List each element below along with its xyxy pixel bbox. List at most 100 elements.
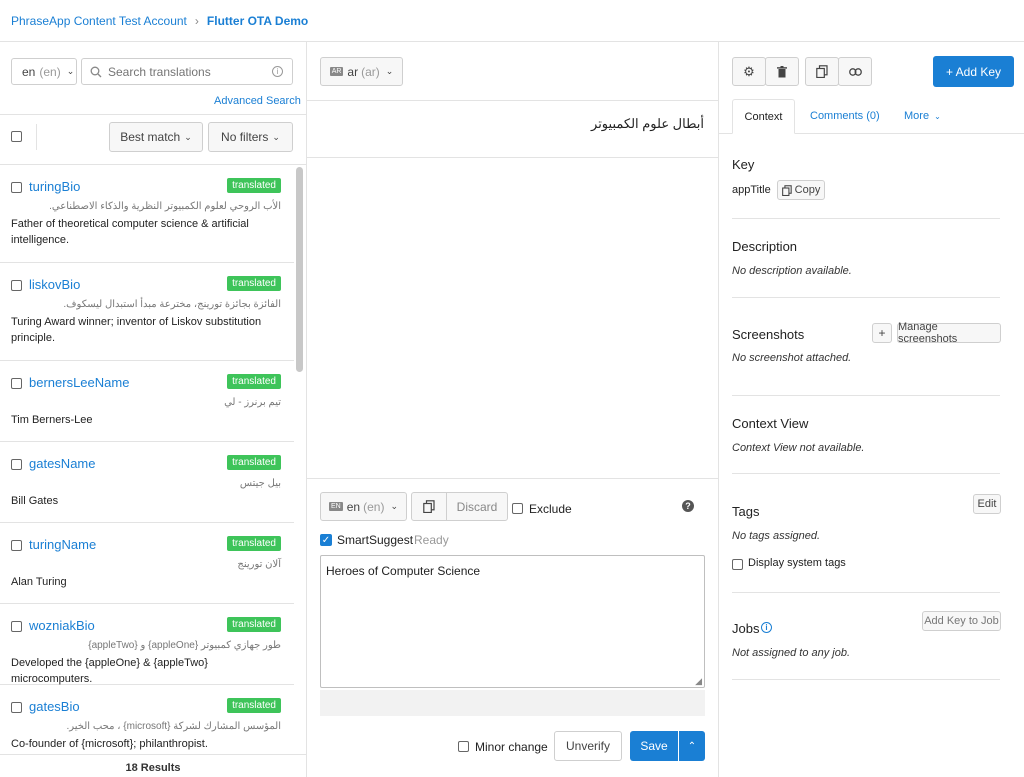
tab-comments[interactable]: Comments (0) — [810, 110, 880, 122]
unverify-button[interactable]: Unverify — [554, 731, 622, 761]
list-item[interactable]: liskovBio translated الفائزة بجائزة توري… — [0, 263, 294, 361]
breadcrumb-account[interactable]: PhraseApp Content Test Account — [11, 14, 187, 28]
filters-dropdown[interactable]: No filters ⌄ — [208, 122, 293, 152]
status-badge: translated — [227, 276, 281, 291]
row-checkbox[interactable] — [11, 182, 22, 193]
results-count: 18 Results — [125, 762, 181, 774]
target-locale-label: ar — [347, 64, 359, 79]
search-box[interactable]: i — [81, 58, 293, 85]
sort-dropdown[interactable]: Best match ⌄ — [109, 122, 203, 152]
chevron-down-icon: ⌄ — [385, 66, 394, 76]
copy-label: Copy — [794, 184, 821, 196]
source-locale-label: en — [346, 499, 361, 514]
add-screenshot-button[interactable]: + — [872, 323, 892, 343]
breadcrumb: PhraseApp Content Test Account › Flutter… — [0, 0, 1024, 42]
exclude-checkbox[interactable] — [512, 503, 523, 514]
copy-source-button[interactable] — [411, 492, 447, 521]
arabic-translation: تيم برنرز - لي — [224, 397, 281, 408]
add-key-button[interactable]: + Add Key — [933, 56, 1014, 87]
source-text-field[interactable]: Heroes of Computer Science ◢ — [320, 555, 705, 688]
copy-icon — [781, 184, 792, 196]
plus-icon: + — [878, 326, 886, 340]
key-name[interactable]: gatesBio — [29, 699, 80, 714]
display-system-tags-label: Display system tags — [748, 557, 846, 569]
list-item[interactable]: gatesName translated بيل جيتس Bill Gates — [0, 442, 294, 523]
duplicate-button[interactable] — [805, 57, 839, 86]
english-translation: Turing Award winner; inventor of Liskov … — [11, 316, 262, 344]
help-icon[interactable]: ? — [682, 500, 694, 512]
list-item[interactable]: turingName translated آلان تورينج Alan T… — [0, 523, 294, 604]
row-checkbox[interactable] — [11, 621, 22, 632]
english-translation: Tim Berners-Lee — [11, 414, 93, 426]
source-locale-code: (en) — [363, 499, 385, 514]
breadcrumb-project[interactable]: Flutter OTA Demo — [207, 14, 308, 28]
tags-value: No tags assigned. — [732, 530, 821, 542]
arabic-translation: آلان تورينج — [237, 559, 281, 570]
row-checkbox[interactable] — [11, 378, 22, 389]
status-badge: translated — [227, 617, 281, 632]
save-options-button[interactable]: ⌃ — [679, 731, 705, 761]
key-value: appTitle — [732, 184, 771, 196]
list-item[interactable]: gatesBio translated المؤسس المشارك لشركة… — [0, 685, 294, 753]
tab-context[interactable]: Context — [732, 99, 795, 134]
target-locale-code: (ar) — [361, 64, 380, 79]
key-name[interactable]: turingName — [29, 537, 96, 552]
description-section-title: Description — [732, 239, 798, 254]
resize-handle-icon[interactable]: ◢ — [695, 676, 702, 687]
list-scrollbar[interactable] — [296, 167, 303, 372]
manage-screenshots-button[interactable]: Manage screenshots — [897, 321, 1001, 345]
row-checkbox[interactable] — [11, 280, 22, 291]
key-name[interactable]: gatesName — [29, 456, 95, 471]
suggestion-bar — [320, 690, 705, 716]
key-list: turingBio translated الأب الروحي لعلوم ا… — [0, 165, 294, 753]
row-checkbox[interactable] — [11, 702, 22, 713]
status-badge: translated — [227, 536, 281, 551]
arabic-translation: الأب الروحي لعلوم الكمبيوتر النظرية والذ… — [49, 201, 281, 212]
delete-button[interactable] — [765, 57, 799, 86]
info-icon[interactable]: i — [272, 66, 283, 77]
jobs-value: Not assigned to any job. — [732, 647, 851, 659]
search-icon — [90, 66, 102, 77]
english-translation: Developed the {appleOne} & {appleTwo} mi… — [11, 657, 208, 685]
select-all-checkbox[interactable] — [11, 131, 22, 142]
advanced-search-link[interactable]: Advanced Search — [214, 95, 301, 107]
key-name[interactable]: bernersLeeName — [29, 375, 129, 390]
key-name[interactable]: turingBio — [29, 179, 80, 194]
list-item[interactable]: wozniakBio translated طور جهازي كمبيوتر … — [0, 604, 294, 685]
chevron-down-icon: ⌄ — [390, 501, 398, 511]
smartsuggest-label: SmartSuggest — [337, 533, 414, 547]
smartsuggest-checkbox[interactable]: ✓ — [320, 534, 332, 546]
add-key-to-job-button[interactable]: Add Key to Job — [922, 611, 1001, 631]
chevron-down-icon: ⌄ — [934, 112, 941, 121]
exclude-label: Exclude — [529, 502, 572, 516]
list-item[interactable]: bernersLeeName translated تيم برنرز - لي… — [0, 361, 294, 442]
context-view-value: Context View not available. — [732, 442, 865, 454]
locale-select[interactable]: en (en) ⌄ — [11, 58, 77, 85]
source-locale-select[interactable]: EN en (en) ⌄ — [320, 492, 407, 521]
list-item[interactable]: turingBio translated الأب الروحي لعلوم ا… — [0, 165, 294, 263]
display-system-tags-checkbox[interactable] — [732, 559, 743, 570]
row-checkbox[interactable] — [11, 540, 22, 551]
tab-more[interactable]: More ⌄ — [904, 110, 941, 122]
edit-tags-button[interactable]: Edit — [973, 494, 1001, 514]
search-input[interactable] — [108, 64, 268, 79]
arabic-translation: الفائزة بجائزة تورينج، مخترعة مبدأ استبد… — [63, 299, 281, 310]
row-checkbox[interactable] — [11, 459, 22, 470]
jobs-info-icon[interactable]: i — [761, 622, 772, 633]
arabic-translation: المؤسس المشارك لشركة {microsoft} ، محب ا… — [66, 721, 281, 732]
key-name[interactable]: liskovBio — [29, 277, 80, 292]
copy-key-button[interactable]: Copy — [777, 180, 825, 200]
minor-change-checkbox[interactable] — [458, 741, 469, 752]
save-button[interactable]: Save — [630, 731, 678, 761]
key-name[interactable]: wozniakBio — [29, 618, 95, 633]
target-translation-text: أبطال علوم الكمبيوتر — [591, 116, 704, 131]
link-button[interactable] — [838, 57, 872, 86]
chevron-down-icon: ⌄ — [66, 66, 75, 76]
settings-button[interactable]: ⚙ — [732, 57, 766, 86]
chevron-up-icon: ⌃ — [687, 740, 697, 752]
target-locale-select[interactable]: AR ar (ar) ⌄ — [320, 57, 403, 86]
english-translation: Father of theoretical computer science &… — [11, 218, 249, 246]
description-value: No description available. — [732, 265, 852, 277]
context-view-section-title: Context View — [732, 416, 809, 431]
discard-button[interactable]: Discard — [446, 492, 508, 521]
